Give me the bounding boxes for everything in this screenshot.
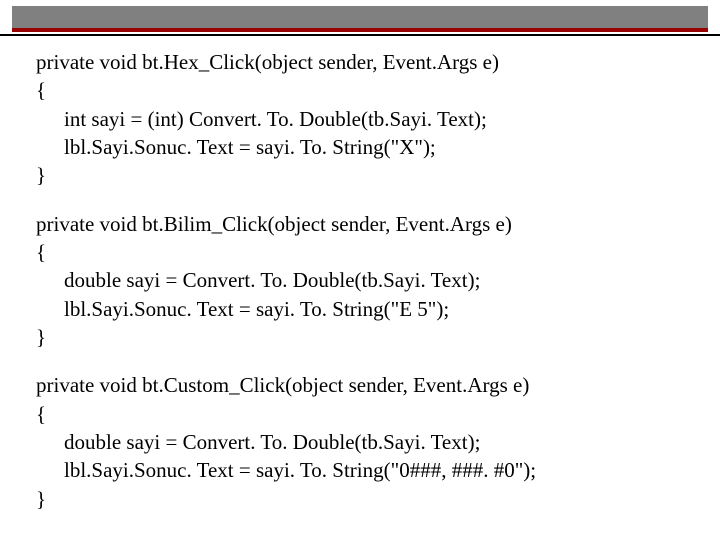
code-line: { bbox=[36, 76, 684, 104]
code-line: { bbox=[36, 238, 684, 266]
code-line: double sayi = Convert. To. Double(tb.Say… bbox=[36, 428, 684, 456]
code-line: lbl.Sayi.Sonuc. Text = sayi. To. String(… bbox=[36, 133, 684, 161]
code-line: } bbox=[36, 161, 684, 189]
code-line: double sayi = Convert. To. Double(tb.Say… bbox=[36, 266, 684, 294]
code-line: lbl.Sayi.Sonuc. Text = sayi. To. String(… bbox=[36, 295, 684, 323]
code-method-bilim: private void bt.Bilim_Click(object sende… bbox=[36, 210, 684, 352]
code-method-custom: private void bt.Custom_Click(object send… bbox=[36, 371, 684, 513]
code-line: int sayi = (int) Convert. To. Double(tb.… bbox=[36, 105, 684, 133]
code-line: private void bt.Hex_Click(object sender,… bbox=[36, 48, 684, 76]
code-line: { bbox=[36, 400, 684, 428]
code-line: private void bt.Bilim_Click(object sende… bbox=[36, 210, 684, 238]
code-line: } bbox=[36, 323, 684, 351]
code-line: } bbox=[36, 485, 684, 513]
slide-title-bar bbox=[12, 6, 708, 32]
code-method-hex: private void bt.Hex_Click(object sender,… bbox=[36, 48, 684, 190]
slide-content: private void bt.Hex_Click(object sender,… bbox=[0, 36, 720, 513]
code-line: lbl.Sayi.Sonuc. Text = sayi. To. String(… bbox=[36, 456, 684, 484]
code-line: private void bt.Custom_Click(object send… bbox=[36, 371, 684, 399]
